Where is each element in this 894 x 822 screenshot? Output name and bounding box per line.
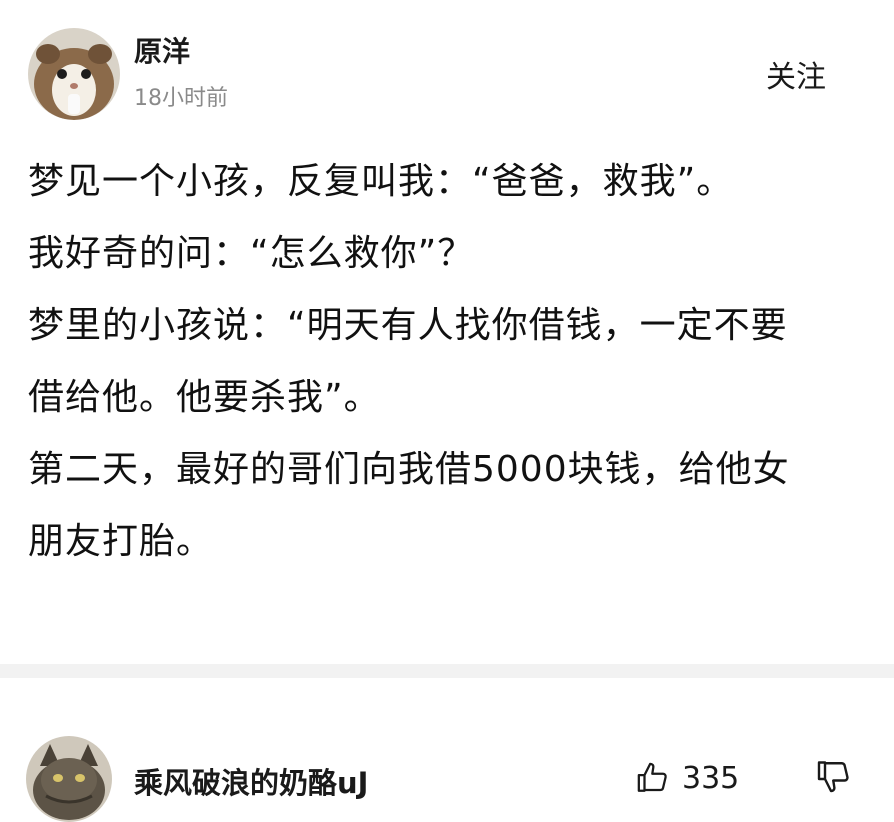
cat-avatar-icon (26, 736, 112, 822)
post-timestamp: 18小时前 (134, 86, 228, 111)
dislike-button[interactable] (816, 758, 856, 798)
post-content: 梦见一个小孩，反复叫我：“爸爸，救我”。 我好奇的问：“怎么救你”？ 梦里的小孩… (28, 146, 878, 578)
follow-button[interactable]: 关注 (766, 52, 826, 96)
like-count: 335 (682, 760, 740, 796)
post-header: 原洋 18小时前 关注 (0, 0, 894, 130)
commenter-avatar[interactable] (26, 736, 112, 822)
section-divider (0, 664, 894, 678)
post-line: 梦见一个小孩，反复叫我：“爸爸，救我”。 (28, 161, 734, 202)
comment-item: 乘风破浪的奶酪uJ 335 (0, 678, 894, 822)
thumbs-down-icon (817, 761, 849, 793)
post-line: 借给他。他要杀我”。 (28, 377, 381, 418)
post-line: 梦里的小孩说：“明天有人找你借钱，一定不要 (28, 305, 788, 346)
hamster-avatar-icon (28, 28, 120, 120)
post-line: 第二天，最好的哥们向我借5000块钱，给他女 (28, 449, 790, 490)
post-line: 我好奇的问：“怎么救你”？ (28, 233, 475, 274)
author-avatar[interactable] (28, 28, 120, 120)
author-name[interactable]: 原洋 (134, 30, 190, 70)
like-button[interactable]: 335 (636, 758, 739, 798)
commenter-username[interactable]: 乘风破浪的奶酪uJ (134, 760, 368, 802)
post-line: 朋友打胎。 (28, 521, 214, 562)
thumbs-up-icon (637, 762, 667, 792)
